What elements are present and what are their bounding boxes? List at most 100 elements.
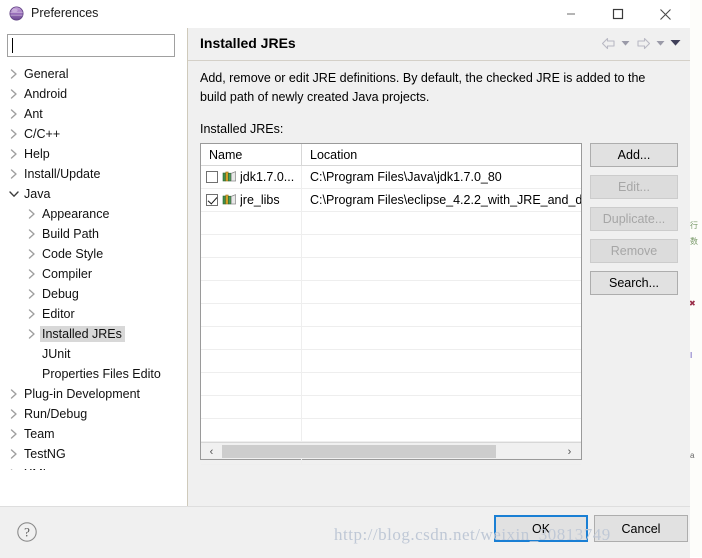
close-button[interactable] <box>642 0 688 28</box>
button-label: Duplicate... <box>602 212 666 226</box>
table-row-empty[interactable] <box>201 304 581 327</box>
installed-jres-table[interactable]: Name Location jdk1.7.0... C:\Program File… <box>200 143 582 465</box>
filter-input[interactable] <box>7 34 175 57</box>
sidebar-item-installed-jres[interactable]: Installed JREs <box>0 324 187 344</box>
cell-name-empty <box>201 350 302 372</box>
cell-name-empty <box>201 281 302 303</box>
chevron-right-icon[interactable] <box>6 89 22 99</box>
sidebar-item-testng[interactable]: TestNG <box>0 444 187 464</box>
table-horizontal-scrollbar[interactable]: ‹ › <box>201 442 581 459</box>
cancel-button[interactable]: Cancel <box>594 515 688 542</box>
table-row-empty[interactable] <box>201 396 581 419</box>
table-row-empty[interactable] <box>201 281 581 304</box>
jre-location: C:\Program Files\Java\jdk1.7.0_80 <box>310 170 502 184</box>
chevron-right-icon[interactable] <box>6 169 22 179</box>
preferences-tree: General Android Ant C/C++ Help Install/Update… <box>0 64 187 470</box>
jre-default-checkbox[interactable] <box>206 171 218 183</box>
chevron-right-icon[interactable] <box>6 409 22 419</box>
sidebar-item-android[interactable]: Android <box>0 84 187 104</box>
help-question-icon[interactable]: ? <box>16 521 38 543</box>
sidebar-item-debug[interactable]: Debug <box>0 284 187 304</box>
scroll-right-icon[interactable]: › <box>561 443 578 460</box>
preferences-dialog: Preferences General Android Ant C/C++ Help In… <box>0 0 690 558</box>
edit-button: Edit... <box>590 175 678 199</box>
column-header-name[interactable]: Name <box>201 144 302 165</box>
cell-name-empty <box>201 373 302 395</box>
table-row-empty[interactable] <box>201 212 581 235</box>
cell-name-empty <box>201 396 302 418</box>
preferences-sphere-icon <box>9 6 24 21</box>
chevron-right-icon[interactable] <box>24 249 40 259</box>
ok-button-label: OK <box>531 521 551 536</box>
chevron-right-icon[interactable] <box>24 329 40 339</box>
sidebar-item-label: General <box>24 67 69 81</box>
table-row-empty[interactable] <box>201 258 581 281</box>
chevron-right-icon[interactable] <box>6 469 22 470</box>
jre-default-checkbox[interactable] <box>206 194 218 206</box>
sidebar-item-editor[interactable]: Editor <box>0 304 187 324</box>
chevron-right-icon[interactable] <box>6 449 22 459</box>
sidebar-item-install-update[interactable]: Install/Update <box>0 164 187 184</box>
sidebar-item-appearance[interactable]: Appearance <box>0 204 187 224</box>
sidebar-item-code-style[interactable]: Code Style <box>0 244 187 264</box>
sidebar-item-label: Editor <box>42 307 75 321</box>
chevron-right-icon[interactable] <box>24 309 40 319</box>
table-row-empty[interactable] <box>201 350 581 373</box>
chevron-right-icon[interactable] <box>6 429 22 439</box>
sidebar-item-label: Help <box>24 147 50 161</box>
chevron-right-icon[interactable] <box>24 229 40 239</box>
sidebar-item-label: Ant <box>24 107 43 121</box>
maximize-button[interactable] <box>595 0 641 28</box>
table-row-empty[interactable] <box>201 419 581 442</box>
table-row[interactable]: jre_libs C:\Program Files\eclipse_4.2.2_w… <box>201 189 581 212</box>
table-row-empty[interactable] <box>201 373 581 396</box>
sidebar-item-xml[interactable]: XML <box>0 464 187 470</box>
sidebar-item-general[interactable]: General <box>0 64 187 84</box>
scrollbar-thumb[interactable] <box>222 445 496 458</box>
chevron-right-icon[interactable] <box>6 109 22 119</box>
sidebar-item-run-debug[interactable]: Run/Debug <box>0 404 187 424</box>
sidebar-item-compiler[interactable]: Compiler <box>0 264 187 284</box>
ok-button[interactable]: OK <box>494 515 588 542</box>
sidebar-item-plug-in-development[interactable]: Plug-in Development <box>0 384 187 404</box>
sidebar-item-team[interactable]: Team <box>0 424 187 444</box>
minimize-button[interactable] <box>548 0 594 28</box>
scroll-left-icon[interactable]: ‹ <box>203 443 220 460</box>
table-row-empty[interactable] <box>201 235 581 258</box>
jre-library-icon <box>222 169 238 186</box>
sidebar-item-help[interactable]: Help <box>0 144 187 164</box>
chevron-right-icon[interactable] <box>24 209 40 219</box>
chevron-right-icon[interactable] <box>6 149 22 159</box>
forward-history-chevron-down-icon[interactable] <box>654 34 667 52</box>
add-button[interactable]: Add... <box>590 143 678 167</box>
jre-name: jre_libs <box>240 193 280 207</box>
sidebar-item-label: Install/Update <box>24 167 101 181</box>
page-menu-chevron-down-filled-icon[interactable] <box>669 34 682 52</box>
cell-location-empty <box>302 304 581 326</box>
sidebar-item-ant[interactable]: Ant <box>0 104 187 124</box>
back-arrow-icon[interactable] <box>599 34 617 52</box>
window-title: Preferences <box>31 6 99 20</box>
text-caret <box>12 38 13 53</box>
cell-name: jdk1.7.0... <box>201 166 302 188</box>
sidebar-item-c-c[interactable]: C/C++ <box>0 124 187 144</box>
table-row[interactable]: jdk1.7.0... C:\Program Files\Java\jdk1.7.… <box>201 166 581 189</box>
sidebar-item-java[interactable]: Java <box>0 184 187 204</box>
sidebar-item-junit[interactable]: JUnit <box>0 344 187 364</box>
page-header: Installed JREs <box>188 28 690 61</box>
search-button[interactable]: Search... <box>590 271 678 295</box>
chevron-right-icon[interactable] <box>6 129 22 139</box>
sidebar-item-properties-files-edito[interactable]: Properties Files Edito <box>0 364 187 384</box>
sidebar-item-label: Team <box>24 427 55 441</box>
sidebar-item-build-path[interactable]: Build Path <box>0 224 187 244</box>
chevron-right-icon[interactable] <box>6 389 22 399</box>
chevron-right-icon[interactable] <box>6 69 22 79</box>
chevron-right-icon[interactable] <box>24 289 40 299</box>
jre-location: C:\Program Files\eclipse_4.2.2_with_JRE_… <box>310 193 581 207</box>
column-header-location[interactable]: Location <box>302 144 581 165</box>
back-history-chevron-down-icon[interactable] <box>619 34 632 52</box>
table-row-empty[interactable] <box>201 327 581 350</box>
chevron-right-icon[interactable] <box>24 269 40 279</box>
forward-arrow-icon[interactable] <box>634 34 652 52</box>
chevron-down-icon[interactable] <box>6 190 22 198</box>
